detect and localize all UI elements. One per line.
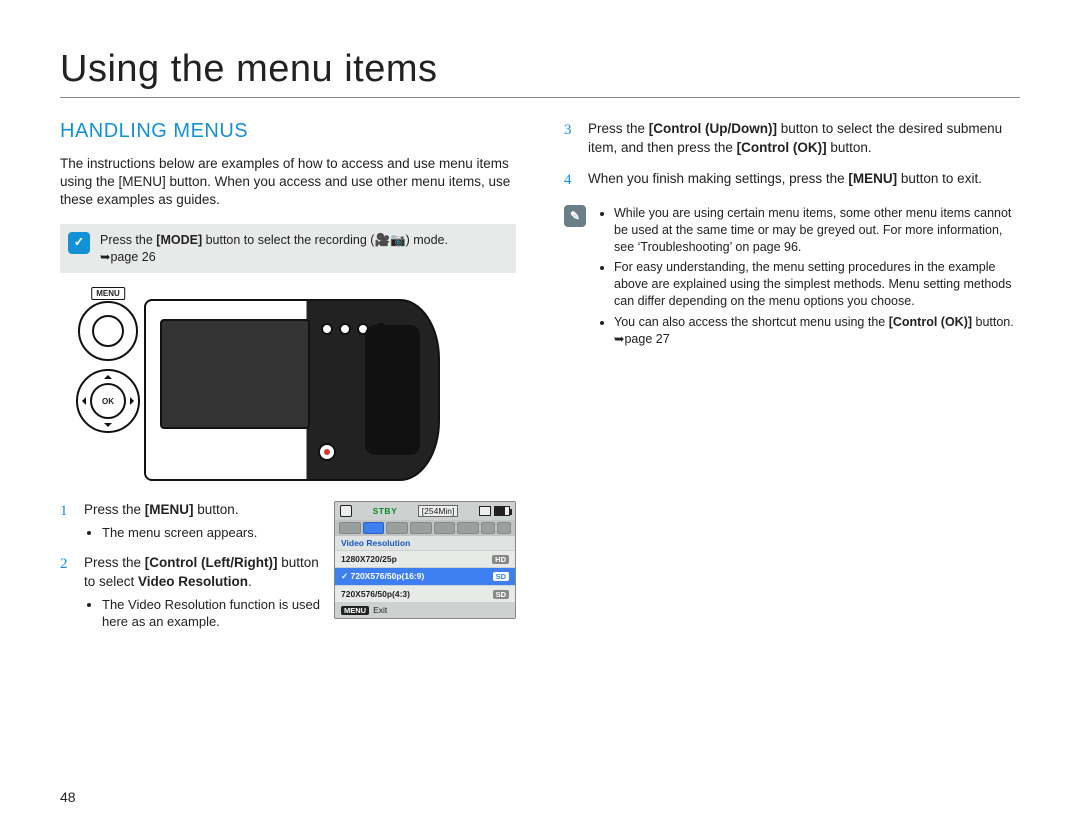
video-icon: 🎥 <box>374 233 390 247</box>
page-number: 48 <box>60 789 76 805</box>
step-2: 2 Press the [Control (Left/Right)] butto… <box>60 554 320 631</box>
pencil-note-icon: ✎ <box>564 205 586 227</box>
menu-dial-label: MENU <box>91 287 125 300</box>
lcd-tab <box>386 522 408 534</box>
lcd-menu-row: 1280X720/25p HD <box>335 550 515 567</box>
camera-body <box>144 299 440 481</box>
lcd-tab <box>434 522 456 534</box>
lcd-tab <box>339 522 361 534</box>
manual-page: Using the menu items HANDLING MENUS The … <box>0 0 1080 665</box>
tip-item: You can also access the shortcut menu us… <box>614 314 1020 348</box>
step-1-sub: The menu screen appears. <box>102 524 320 542</box>
dpad-left-icon <box>78 397 86 405</box>
lcd-stby-label: STBY <box>373 506 398 516</box>
ok-dpad: OK <box>76 369 140 433</box>
two-column-layout: HANDLING MENUS The instructions below ar… <box>60 120 1020 645</box>
tip-item: While you are using certain menu items, … <box>614 205 1020 256</box>
dpad-up-icon <box>104 371 112 379</box>
dpad-ok-label: OK <box>90 383 126 419</box>
chapter-title: Using the menu items <box>60 48 1020 98</box>
step-number: 3 <box>564 120 576 158</box>
menu-button-icon: MENU <box>341 606 369 615</box>
camera-illustration: MENU OK <box>60 291 440 481</box>
tips-list: While you are using certain menu items, … <box>596 205 1020 352</box>
record-button-icon <box>318 443 336 461</box>
step-number: 4 <box>564 170 576 191</box>
battery-icon <box>494 506 510 516</box>
lcd-exit-label: Exit <box>373 605 387 615</box>
storage-icon <box>479 506 491 516</box>
lcd-remaining-time: [254Min] <box>418 505 459 517</box>
tips-block: ✎ While you are using certain menu items… <box>564 205 1020 352</box>
mode-note-box: ✓ Press the [MODE] button to select the … <box>60 224 516 274</box>
step-number: 1 <box>60 501 72 541</box>
lcd-tab <box>457 522 479 534</box>
left-column: HANDLING MENUS The instructions below ar… <box>60 120 516 645</box>
step-3: 3 Press the [Control (Up/Down)] button t… <box>564 120 1020 158</box>
lcd-menu-header: Video Resolution <box>335 536 515 550</box>
intro-paragraph: The instructions below are examples of h… <box>60 155 516 210</box>
lcd-screenshot: STBY [254Min] <box>334 501 516 619</box>
step-4: 4 When you finish making settings, press… <box>564 170 1020 191</box>
camera-screen <box>160 319 310 429</box>
check-icon: ✓ <box>68 232 90 254</box>
lcd-menu-row: 720X576/50p(4:3) SD <box>335 585 515 602</box>
page-ref-arrow-icon: ➥ <box>614 332 624 346</box>
dpad-right-icon <box>130 397 138 405</box>
tip-item: For easy understanding, the menu setting… <box>614 259 1020 310</box>
lcd-menu-row-selected: 720X576/50p(16:9) SD <box>335 567 515 585</box>
section-heading: HANDLING MENUS <box>60 120 516 143</box>
lcd-tab <box>497 522 511 534</box>
step-number: 2 <box>60 554 72 631</box>
photo-icon: 📷 <box>390 233 406 247</box>
sd-card-icon <box>340 505 352 517</box>
lcd-footer: MENU Exit <box>335 602 515 618</box>
lcd-tab-active <box>363 522 385 534</box>
page-ref-arrow-icon: ➥ <box>100 250 110 264</box>
lcd-tab <box>481 522 495 534</box>
menu-dial: MENU <box>78 301 138 361</box>
lcd-tab-bar <box>335 520 515 536</box>
right-column: 3 Press the [Control (Up/Down)] button t… <box>564 120 1020 645</box>
camera-grip <box>365 325 420 455</box>
lcd-status-bar: STBY [254Min] <box>335 502 515 520</box>
left-bottom-row: 1 Press the [MENU] button. The menu scre… <box>60 501 516 644</box>
mode-note-text: Press the [MODE] button to select the re… <box>100 232 448 266</box>
step-1: 1 Press the [MENU] button. The menu scre… <box>60 501 320 541</box>
left-steps: 1 Press the [MENU] button. The menu scre… <box>60 501 320 644</box>
dpad-down-icon <box>104 423 112 431</box>
lcd-tab <box>410 522 432 534</box>
step-2-sub: The Video Resolution function is used he… <box>102 596 320 631</box>
